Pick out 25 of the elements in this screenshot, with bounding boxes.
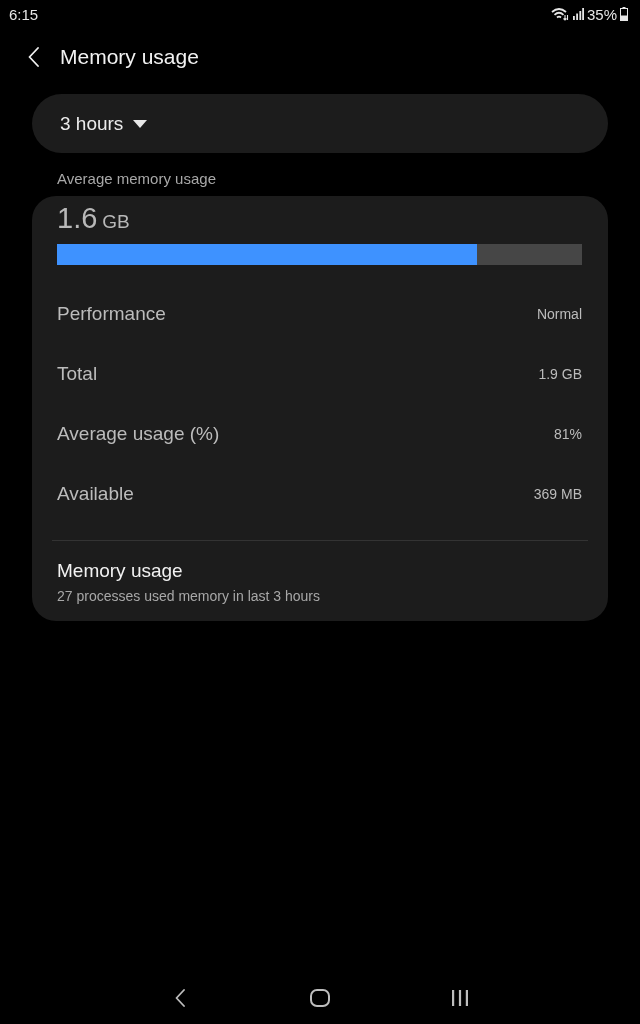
stat-value: 369 MB (533, 486, 582, 502)
stat-value: 81% (553, 426, 582, 442)
signal-icon (571, 8, 584, 20)
back-icon[interactable] (175, 989, 185, 1007)
stat-value: 1.9 GB (538, 366, 582, 382)
battery-percent: 35% (586, 5, 617, 23)
stat-label: Available (57, 483, 134, 505)
recent-apps-icon[interactable] (451, 989, 469, 1007)
memory-usage-summary: 27 processes used memory in last 3 hours (57, 587, 320, 605)
back-button[interactable] (28, 47, 39, 67)
period-dropdown[interactable]: 3 hours (32, 94, 608, 153)
stat-label: Performance (57, 303, 166, 325)
memory-usage-link[interactable]: Memory usage (57, 559, 183, 583)
stat-value: Normal (536, 306, 582, 322)
status-time: 6:15 (9, 5, 39, 23)
section-label: Average memory usage (57, 170, 216, 188)
caret-icon (133, 119, 148, 128)
average-unit: GB (102, 211, 130, 233)
home-icon[interactable] (310, 989, 330, 1007)
page-title: Memory usage (60, 44, 199, 70)
stat-label: Total (57, 363, 98, 385)
battery-icon (620, 7, 628, 21)
stat-label: Average usage (%) (57, 423, 220, 445)
wifi-icon (550, 7, 569, 21)
average-value: 1.6 (57, 201, 98, 236)
